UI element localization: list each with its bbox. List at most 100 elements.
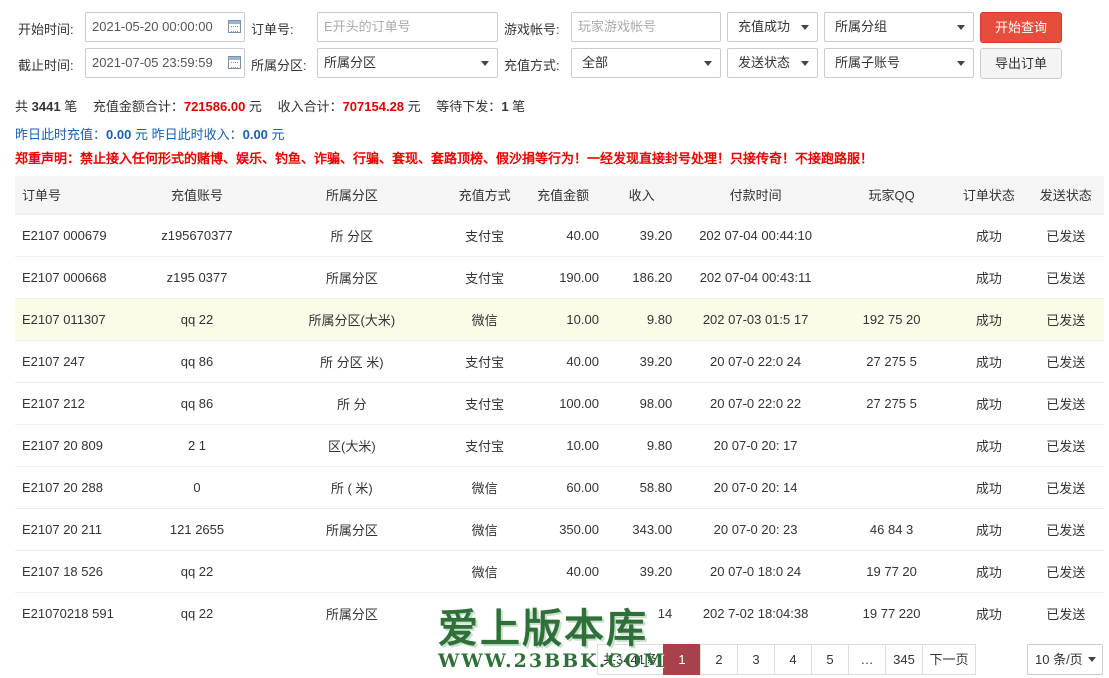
cell-account: qq 86 — [138, 339, 256, 382]
order-status-link[interactable]: 成功 — [950, 381, 1028, 424]
cell-income: 39.20 — [604, 213, 679, 256]
cell-amount — [521, 591, 605, 634]
yesterday-recharge-label: 昨日此时充值： — [15, 127, 107, 142]
start-time-label: 开始时间: — [18, 22, 74, 37]
export-button[interactable]: 导出订单 — [980, 48, 1062, 79]
order-no-placeholder: E开头的订单号 — [324, 19, 411, 34]
order-status-link[interactable]: 成功 — [950, 507, 1028, 550]
pending-value: 1 — [501, 99, 509, 114]
cell-time: 20 07-0 20: 14 — [678, 465, 833, 508]
table-row: E2107 247 qq 86 所 分区 米) 支付宝 40.00 39.20 … — [15, 339, 1104, 382]
page-5-button[interactable]: 5 — [811, 644, 849, 675]
region-select[interactable]: 所属分区 — [317, 48, 498, 78]
cell-account: z195670377 — [138, 213, 256, 256]
order-status-link[interactable]: 成功 — [950, 423, 1028, 466]
cell-method: 支付宝 — [448, 381, 522, 424]
table-row: E2107 20 809 2 1 区(大米) 支付宝 10.00 9.80 20… — [15, 423, 1104, 466]
region-label: 所属分区: — [251, 58, 307, 73]
search-button[interactable]: 开始查询 — [980, 12, 1062, 43]
total-prefix: 共 — [15, 99, 29, 114]
cell-order: E21070218 591 — [15, 591, 139, 634]
cell-amount: 60.00 — [521, 465, 605, 508]
cell-amount: 10.00 — [521, 297, 605, 340]
cell-qq: 27 275 5 — [833, 339, 951, 382]
calendar-icon[interactable] — [228, 56, 241, 69]
column-header: 所属分区 — [255, 176, 449, 214]
cell-income: 343.00 — [604, 507, 679, 550]
cell-account: 121 2655 — [138, 507, 256, 550]
orders-table: 订单号 充值账号 所属分区 充值方式 充值金额 收入 付款时间 玩家QQ 订单状… — [15, 176, 1104, 634]
end-time-input[interactable]: 2021-07-05 23:59:59 — [85, 48, 245, 78]
cell-time: 202 07-04 00:43:11 — [678, 255, 833, 298]
recharge-total-value: 721586.00 — [183, 99, 246, 114]
cell-income: 186.20 — [604, 255, 679, 298]
cell-method: 支付宝 — [448, 213, 522, 256]
pay-status-select[interactable]: 充值成功 — [727, 12, 818, 42]
cell-income: 58.80 — [604, 465, 679, 508]
pay-method-select[interactable]: 全部 — [571, 48, 721, 78]
order-status-link[interactable]: 成功 — [950, 591, 1028, 634]
cell-qq — [833, 213, 951, 256]
order-status-link[interactable]: 成功 — [950, 255, 1028, 298]
table-row: E2107 18 526 qq 22 微信 40.00 39.20 20 07-… — [15, 549, 1104, 592]
cell-account: qq 22 — [138, 549, 256, 592]
table-row: E2107 212 qq 86 所 分 支付宝 100.00 98.00 20 … — [15, 381, 1104, 424]
cell-amount: 40.00 — [521, 549, 605, 592]
order-status-link[interactable]: 成功 — [950, 213, 1028, 256]
cell-region — [255, 549, 449, 592]
cell-time: 202 07-03 01:5 17 — [678, 297, 833, 340]
sub-account-select[interactable]: 所属子账号 — [824, 48, 974, 78]
start-time-input[interactable]: 2021-05-20 00:00:00 — [85, 12, 245, 42]
column-header: 发送状态 — [1027, 176, 1104, 214]
cell-method: 支付宝 — [448, 255, 522, 298]
order-status-link[interactable]: 成功 — [950, 465, 1028, 508]
pay-status-value: 充值成功 — [738, 19, 791, 34]
cell-region: 所属分区 — [255, 591, 449, 634]
cell-amount: 100.00 — [521, 381, 605, 424]
page-2-button[interactable]: 2 — [700, 644, 738, 675]
page-3-button[interactable]: 3 — [737, 644, 775, 675]
column-header: 玩家QQ — [833, 176, 951, 214]
cell-account: 2 1 — [138, 423, 256, 466]
region-value: 所属分区 — [324, 55, 377, 70]
cell-qq — [833, 423, 951, 466]
cell-time: 20 07-0 22:0 22 — [678, 381, 833, 424]
cell-order: E2107 20 809 — [15, 423, 139, 466]
cell-time: 20 07-0 22:0 24 — [678, 339, 833, 382]
page-1-button[interactable]: 1 — [663, 644, 701, 675]
cell-method: 微信 — [448, 549, 522, 592]
next-page-button[interactable]: 下一页 — [922, 644, 976, 675]
page-last-button[interactable]: 345 — [885, 644, 923, 675]
cell-send: 已发送 — [1027, 381, 1104, 424]
cell-time: 20 07-0 18:0 24 — [678, 549, 833, 592]
pay-method-label: 充值方式: — [504, 58, 560, 73]
game-account-placeholder: 玩家游戏帐号 — [578, 19, 657, 34]
cell-region: 所属分区 — [255, 255, 449, 298]
column-header: 充值账号 — [138, 176, 256, 214]
cell-send: 已发送 — [1027, 591, 1104, 634]
page-4-button[interactable]: 4 — [774, 644, 812, 675]
cell-send: 已发送 — [1027, 297, 1104, 340]
cell-send: 已发送 — [1027, 255, 1104, 298]
cell-send: 已发送 — [1027, 213, 1104, 256]
game-account-input[interactable]: 玩家游戏帐号 — [571, 12, 721, 42]
send-status-select[interactable]: 发送状态 — [727, 48, 818, 78]
cell-region: 区(大米) — [255, 423, 449, 466]
cell-income: 39.20 — [604, 339, 679, 382]
chevron-down-icon — [704, 61, 712, 66]
calendar-icon[interactable] — [228, 20, 241, 33]
cell-region: 所 分区 — [255, 213, 449, 256]
cell-method — [448, 591, 522, 634]
order-no-input[interactable]: E开头的订单号 — [317, 12, 498, 42]
group-select[interactable]: 所属分组 — [824, 12, 974, 42]
order-status-link[interactable]: 成功 — [950, 549, 1028, 592]
cell-send: 已发送 — [1027, 549, 1104, 592]
notice-banner: 郑重声明：禁止接入任何形式的赌博、娱乐、钓鱼、诈骗、行骗、套现、套路顶榜、假沙捐… — [15, 151, 874, 166]
income-total-unit: 元 — [407, 99, 421, 114]
order-status-link[interactable]: 成功 — [950, 339, 1028, 382]
table-header-row: 订单号 充值账号 所属分区 充值方式 充值金额 收入 付款时间 玩家QQ 订单状… — [15, 176, 1104, 214]
page-size-select[interactable]: 10 条/页 — [1027, 644, 1103, 675]
start-time-value: 2021-05-20 00:00:00 — [92, 19, 213, 34]
order-status-link[interactable]: 成功 — [950, 297, 1028, 340]
chevron-down-icon — [801, 25, 809, 30]
